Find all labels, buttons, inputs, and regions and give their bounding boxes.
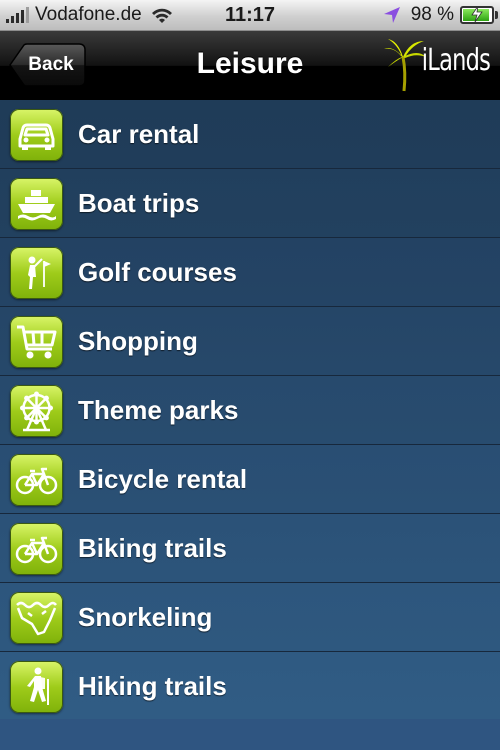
list-item-label: Theme parks — [78, 395, 239, 425]
page-title: Leisure — [196, 47, 304, 80]
list-item-label: Car rental — [78, 119, 200, 149]
navigation-bar: Back Leisure iLands — [0, 31, 500, 101]
battery-charging-icon — [460, 6, 498, 24]
golfer-icon — [10, 247, 63, 299]
location-icon — [383, 7, 400, 23]
car-icon — [10, 109, 63, 161]
boat-icon — [10, 178, 63, 230]
list-item-biking-trails[interactable]: Biking trails — [0, 514, 500, 583]
back-button[interactable]: Back — [8, 43, 86, 87]
list-item-bicycle-rental[interactable]: Bicycle rental — [0, 445, 500, 514]
list-item-label: Boat trips — [78, 188, 200, 218]
list-item-snorkeling[interactable]: Snorkeling — [0, 583, 500, 652]
list-item-label: Shopping — [78, 326, 198, 356]
list-item-label: Hiking trails — [78, 671, 227, 701]
hiker-icon — [10, 661, 63, 713]
list-item-boat-trips[interactable]: Boat trips — [0, 169, 500, 238]
ferris-wheel-icon — [10, 385, 63, 437]
list-item-golf-courses[interactable]: Golf courses — [0, 238, 500, 307]
list-item-car-rental[interactable]: Car rental — [0, 100, 500, 169]
back-button-label: Back — [28, 54, 74, 75]
logo-text: iLands — [421, 43, 491, 78]
list-item-label: Golf courses — [78, 257, 237, 287]
bicycle-icon — [10, 454, 63, 506]
list-empty-area — [0, 719, 500, 750]
list-item-label: Bicycle rental — [78, 464, 248, 494]
list-item-label: Snorkeling — [78, 602, 213, 632]
list-item-hiking-trails[interactable]: Hiking trails — [0, 652, 500, 721]
battery-percent: 98 % — [410, 4, 454, 25]
leisure-list: Car rental Boat trips Golf courses Shopp… — [0, 100, 500, 721]
shopping-cart-icon — [10, 316, 63, 368]
list-item-shopping[interactable]: Shopping — [0, 307, 500, 376]
list-item-theme-parks[interactable]: Theme parks — [0, 376, 500, 445]
bicycle-icon — [10, 523, 63, 575]
status-bar: Vodafone.de 11:17 98 % — [0, 0, 500, 31]
list-item-label: Biking trails — [78, 533, 227, 563]
status-right: 98 % — [383, 0, 498, 30]
snorkel-coast-icon — [10, 592, 63, 644]
